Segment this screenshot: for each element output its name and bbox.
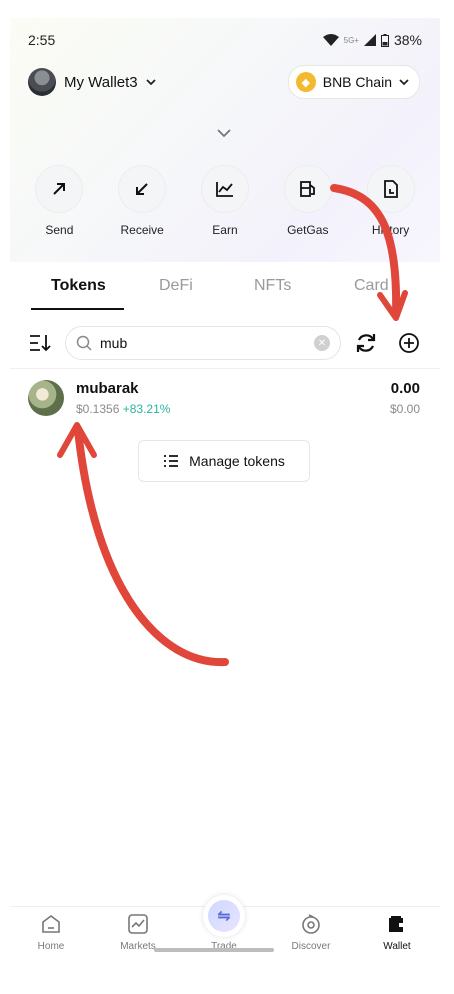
annotation-arrows — [57, 184, 408, 667]
annotation-arrow-to-token — [74, 426, 229, 667]
annotation-arrow-to-add — [330, 184, 401, 319]
